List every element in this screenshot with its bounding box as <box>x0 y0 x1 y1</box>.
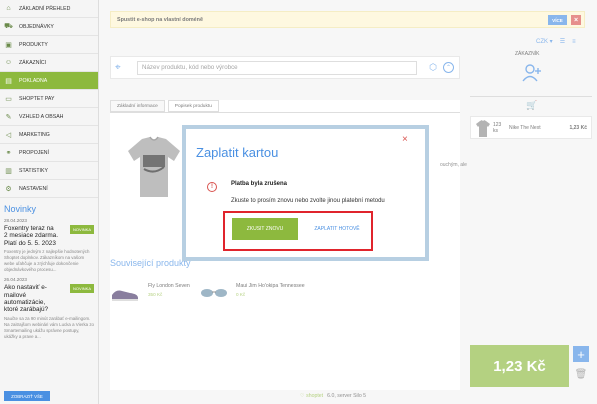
megaphone-icon: ◁ <box>5 131 12 139</box>
sidebar-item-3[interactable]: ☺ ZÁKAZNÍCI <box>0 54 98 72</box>
sidebar-item-6[interactable]: ✎ VZHLED A OBSAH <box>0 108 98 126</box>
sidebar-item-8[interactable]: ⚭ PROPOJENÍ <box>0 144 98 162</box>
sidebar-item-10[interactable]: ⚙ NASTAVENÍ <box>0 180 98 198</box>
link-icon: ⚭ <box>5 149 12 157</box>
sidebar-nav: ⌂ ZÁKLADNÍ PŘEHLED ⛟ OBJEDNÁVKY ▣ PRODUKTY ☺ ZÁ… <box>0 0 98 198</box>
gear-icon: ⚙ <box>5 185 12 193</box>
sidebar-item-label: NASTAVENÍ <box>19 185 48 192</box>
sidebar-item-label: OBJEDNÁVKY <box>19 23 54 30</box>
home-icon: ⌂ <box>6 5 11 12</box>
news-headline[interactable]: Foxentry teraz na 2 mesiace zdarma. Plat… <box>4 225 58 247</box>
pay-cash-button[interactable]: ZAPLATIT HOTOVĚ <box>306 218 368 240</box>
news-headline[interactable]: Ako nastaviť e-mailové automatizácie, kt… <box>4 284 58 314</box>
news-section: Novinky 28.04.2023 Foxentry teraz na 2 m… <box>0 198 98 346</box>
error-icon: ! <box>207 182 217 192</box>
sidebar-item-label: VZHLED A OBSAH <box>19 113 64 120</box>
news-title: Novinky <box>4 204 37 214</box>
sidebar-item-label: SHOPTET PAY <box>19 95 55 102</box>
news-date: 26.04.2023 <box>4 277 27 283</box>
sidebar-item-5[interactable]: ▭ SHOPTET PAY <box>0 90 98 108</box>
error-message: Zkuste to prosím znovu nebo zvolte jinou… <box>231 198 385 204</box>
sidebar-item-label: PROPOJENÍ <box>19 149 49 156</box>
users-icon: ☺ <box>4 59 13 66</box>
box-icon: ▣ <box>5 41 12 49</box>
register-icon: ▤ <box>5 77 12 85</box>
news-badge: NOVINKA <box>69 225 94 234</box>
sidebar-item-label: STATISTIKY <box>19 167 48 174</box>
sidebar-item-2[interactable]: ▣ PRODUKTY <box>0 36 98 54</box>
sidebar-item-label: MARKETING <box>19 131 50 138</box>
sidebar-item-label: ZÁKLADNÍ PŘEHLED <box>19 5 71 12</box>
sidebar-item-7[interactable]: ◁ MARKETING <box>0 126 98 144</box>
sidebar-item-label: ZÁKAZNÍCI <box>19 59 47 66</box>
error-title: Platba byla zrušena <box>231 181 288 187</box>
sidebar-item-label: PRODUKTY <box>19 41 48 48</box>
chart-icon: ▥ <box>5 167 12 175</box>
news-text: Naučte sa za 90 minút zarábať e-mailingo… <box>4 315 94 339</box>
modal-title: Zaplatit kartou <box>196 145 279 160</box>
show-all-button[interactable]: ZOBRAZIŤ VŠE <box>4 391 50 401</box>
sidebar-item-1[interactable]: ⛟ OBJEDNÁVKY <box>0 18 98 36</box>
card-icon: ▭ <box>5 95 12 103</box>
modal-close-icon[interactable]: × <box>402 134 408 145</box>
brush-icon: ✎ <box>5 113 12 121</box>
news-date: 28.04.2023 <box>4 218 27 223</box>
retry-button[interactable]: ZKUSIT ZNOVU <box>232 218 298 240</box>
news-text: Foxentry je jedným z najlepšie hodnotený… <box>4 249 90 273</box>
sidebar-item-0[interactable]: ⌂ ZÁKLADNÍ PŘEHLED <box>0 0 98 18</box>
cart-icon: ⛟ <box>4 23 13 30</box>
sidebar-item-9[interactable]: ▥ STATISTIKY <box>0 162 98 180</box>
news-badge: NOVINKA <box>69 284 94 294</box>
sidebar-item-label: POKLADNA <box>19 77 48 84</box>
sidebar: ⌂ ZÁKLADNÍ PŘEHLED ⛟ OBJEDNÁVKY ▣ PRODUKTY ☺ ZÁ… <box>0 0 99 404</box>
sidebar-item-4[interactable]: ▤ POKLADNA <box>0 72 98 90</box>
